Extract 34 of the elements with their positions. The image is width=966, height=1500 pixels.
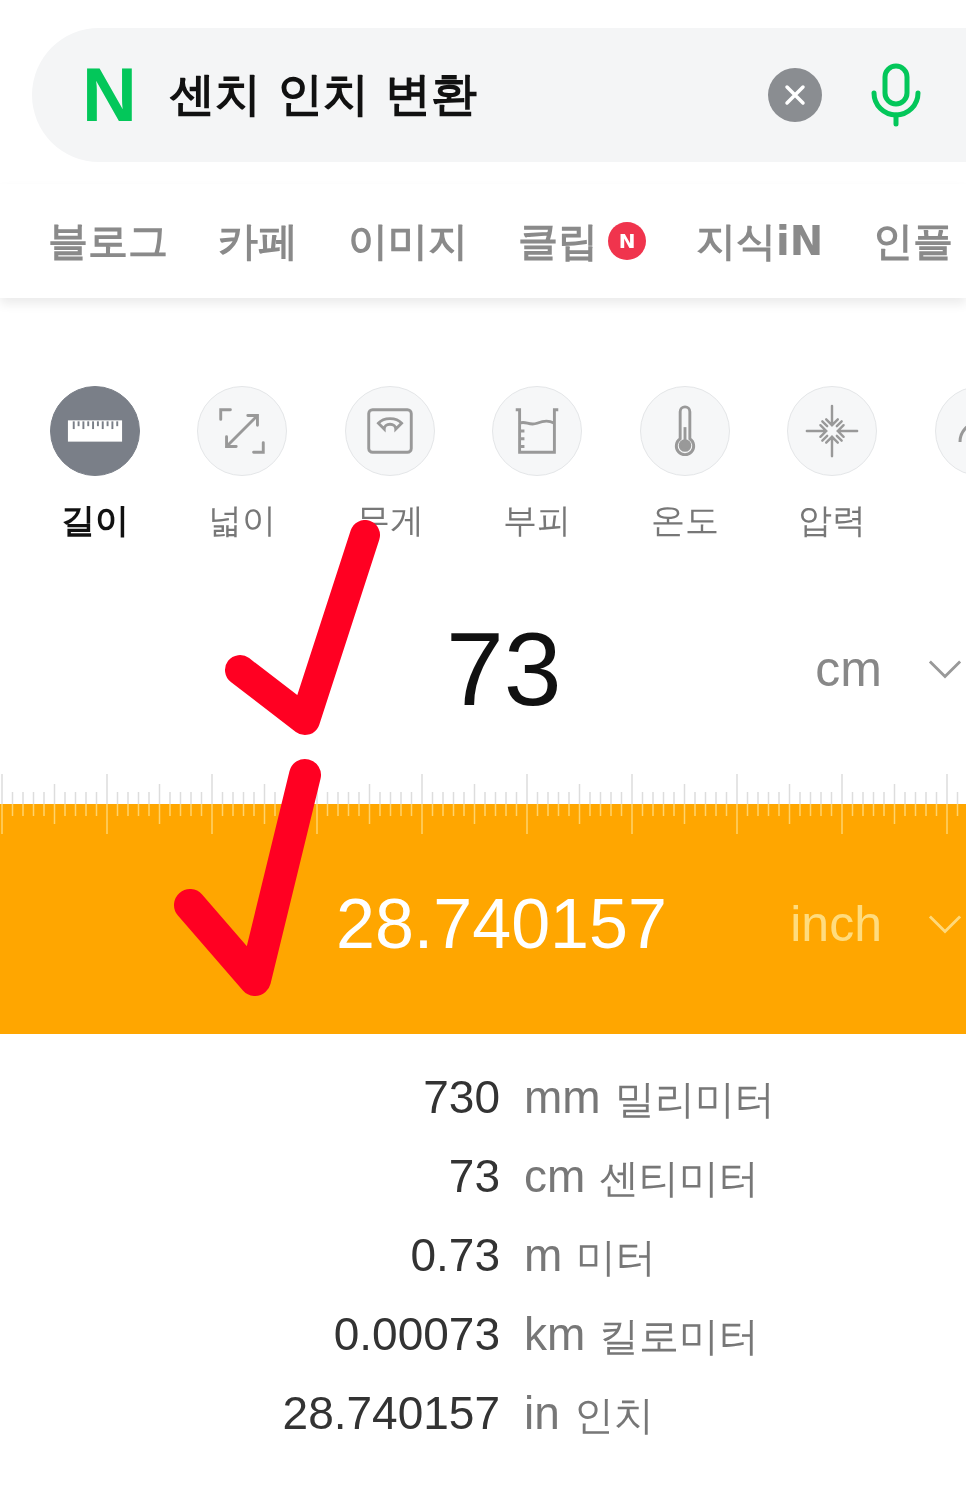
unit-name: 킬로미터	[599, 1312, 760, 1361]
tab[interactable]: 인플	[873, 213, 954, 269]
category-label: 압력	[798, 499, 867, 542]
tab[interactable]: 지식iN	[696, 213, 824, 269]
category-label: 온도	[650, 499, 719, 542]
result-value: 73	[448, 1149, 500, 1203]
result-unit: km	[524, 1307, 586, 1361]
category-label: 길이	[60, 499, 129, 542]
output-value: 28.740157	[336, 884, 667, 964]
result-value: 0.00073	[333, 1307, 500, 1361]
result-unit: m	[524, 1228, 563, 1282]
tab[interactable]: 블로그	[48, 213, 168, 269]
clear-icon[interactable]	[768, 68, 822, 122]
logo[interactable]: N	[82, 57, 137, 133]
result-unit: mm	[524, 1070, 601, 1124]
result-value: 28.740157	[282, 1386, 500, 1440]
tab[interactable]: 클립 N	[518, 213, 646, 269]
category-label: 넓이	[208, 499, 277, 542]
result-value: 730	[423, 1070, 500, 1124]
category-label: 부피	[503, 499, 572, 542]
result-unit: in	[524, 1386, 560, 1440]
tab[interactable]: 이미지	[348, 213, 468, 269]
chevron-down-icon[interactable]	[928, 659, 962, 679]
tab[interactable]: 카페	[218, 213, 298, 269]
unit-name: 인치	[573, 1391, 654, 1440]
unit-name: 미터	[576, 1233, 657, 1282]
unit-name: 센티미터	[599, 1154, 760, 1203]
result-value: 0.73	[410, 1228, 500, 1282]
result-unit: cm	[524, 1149, 586, 1203]
search-query[interactable]: 센치 인치 변환	[168, 64, 477, 126]
unit-name: 밀리미터	[614, 1075, 775, 1124]
unit-dropdown[interactable]: cm	[815, 640, 882, 698]
new-badge: N	[608, 222, 646, 260]
input-value[interactable]: 73	[446, 609, 562, 729]
